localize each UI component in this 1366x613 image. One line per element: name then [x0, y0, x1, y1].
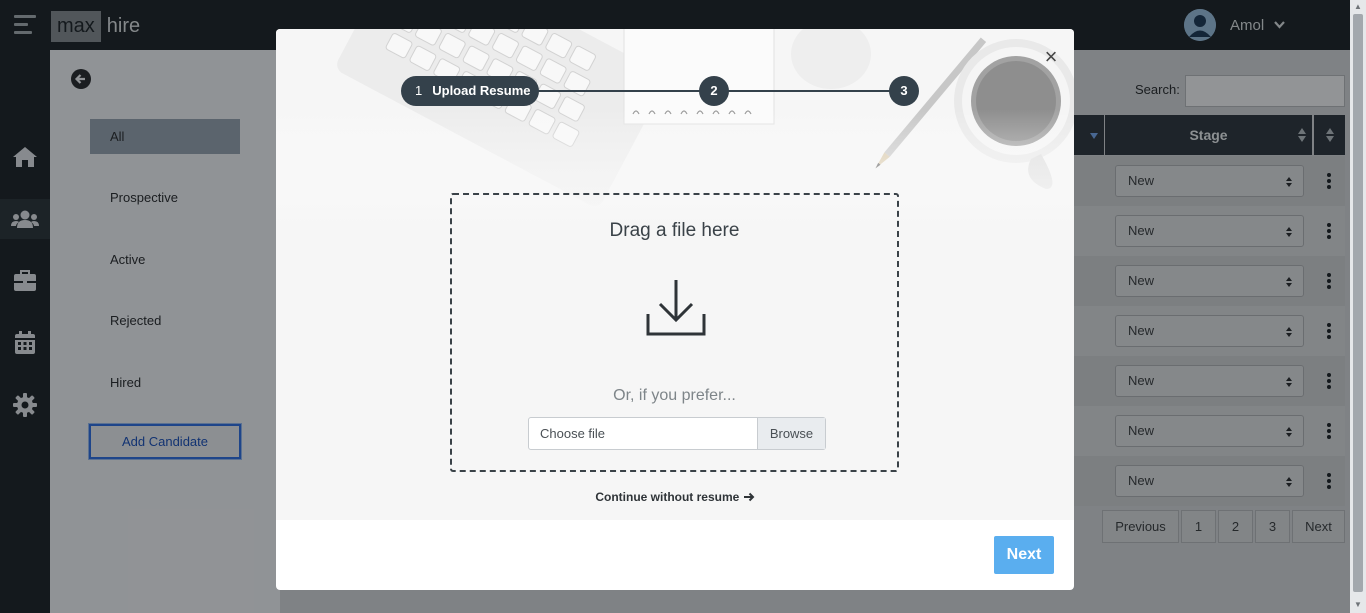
download-tray-icon	[646, 280, 706, 336]
arrow-right-icon	[743, 492, 755, 502]
resume-drop-zone[interactable]: Drag a file here Or, if you prefer... Ch…	[450, 193, 899, 472]
browse-button[interactable]: Browse	[757, 418, 825, 449]
file-input-placeholder: Choose file	[540, 426, 606, 441]
step-1-label: Upload Resume	[432, 83, 531, 98]
next-button[interactable]: Next	[994, 536, 1054, 574]
step-1-upload-resume: 1 Upload Resume	[401, 76, 539, 106]
drop-zone-title: Drag a file here	[609, 220, 740, 241]
continue-label: Continue without resume	[595, 490, 740, 504]
close-modal-button[interactable]: ×	[1042, 46, 1060, 68]
scroll-up-icon[interactable]: ▲	[1354, 2, 1362, 11]
modal-body: × 1 Upload Resume 2 3 Drag a file here Or…	[276, 29, 1074, 520]
upload-resume-modal: × 1 Upload Resume 2 3 Drag a file here Or…	[276, 29, 1074, 590]
continue-without-resume-link[interactable]: Continue without resume	[276, 490, 1074, 504]
alternative-upload-hint: Or, if you prefer...	[613, 387, 736, 404]
step-3: 3	[889, 76, 919, 106]
scroll-down-icon[interactable]: ▼	[1354, 600, 1362, 609]
page-scrollbar[interactable]: ▲ ▼	[1350, 0, 1366, 613]
step-1-number: 1	[415, 83, 423, 98]
scrollbar-thumb[interactable]	[1353, 14, 1363, 592]
step-2: 2	[699, 76, 729, 106]
resume-file-input[interactable]: Choose file Browse	[528, 417, 826, 450]
